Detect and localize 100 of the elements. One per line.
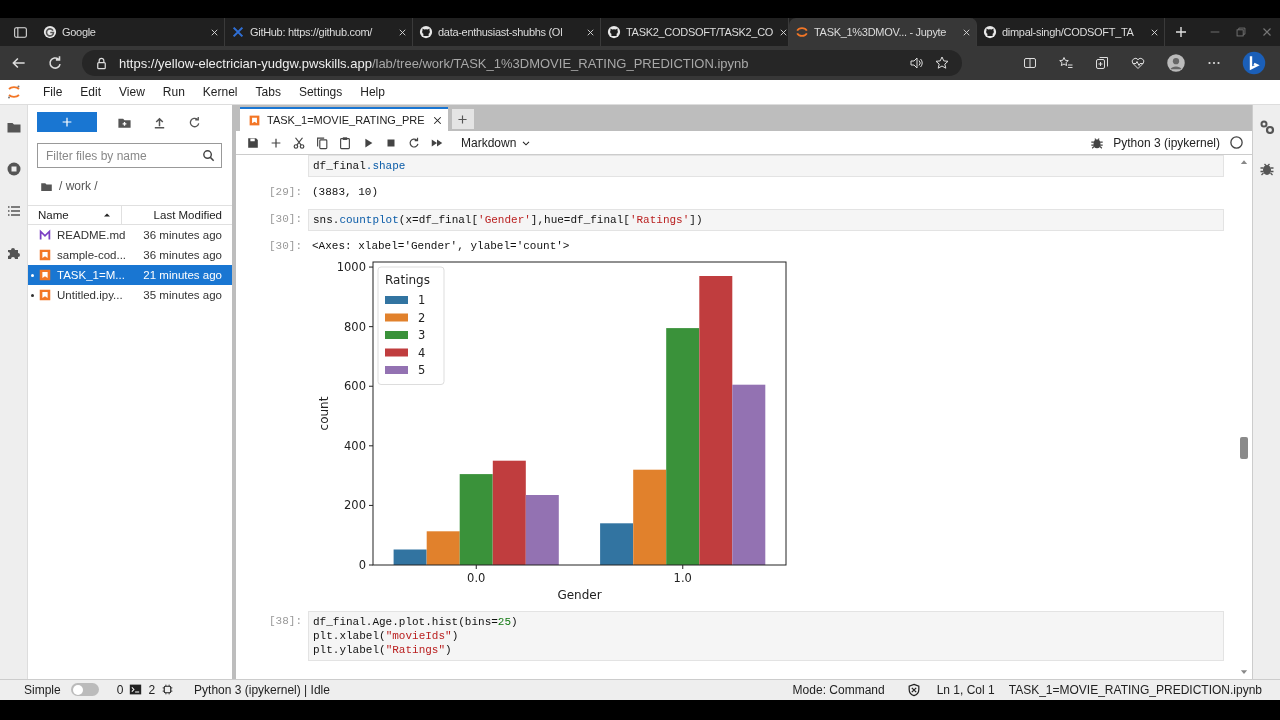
refresh-icon[interactable]	[187, 114, 202, 130]
restart-icon[interactable]	[407, 135, 421, 150]
bug-icon[interactable]	[1258, 161, 1275, 177]
kernel-status-icon	[1229, 135, 1244, 150]
simple-mode-toggle[interactable]	[70, 683, 99, 697]
file-name: TASK_1=MOVIE_RATING_PREDICTION.ipynb	[1008, 682, 1262, 697]
app-logo-icon	[6, 84, 22, 100]
chat-icon[interactable]	[1242, 51, 1266, 75]
cut-icon[interactable]	[292, 135, 306, 150]
plus-icon	[60, 115, 74, 129]
cell-type-dropdown[interactable]: Markdown	[461, 135, 533, 150]
read-aloud-icon[interactable]	[908, 55, 924, 71]
add-tab-button[interactable]	[451, 109, 474, 129]
star-icon[interactable]	[934, 55, 950, 71]
kernel-count[interactable]: 2	[148, 682, 156, 697]
tick-label: 1000	[336, 260, 366, 275]
tick-mark	[682, 564, 684, 570]
tick-mark	[368, 266, 374, 268]
tick-mark	[368, 326, 374, 328]
code-cell[interactable]: df_final.Age.plot.hist(bins=25) plt.xlabel("movieIds") plt.ylabel("Ratings")	[308, 611, 1224, 661]
save-icon[interactable]	[246, 135, 260, 150]
legend-label: 2	[418, 310, 426, 325]
avatar-icon[interactable]	[1166, 53, 1186, 73]
site-icon	[43, 25, 57, 39]
breadcrumb[interactable]: / work /	[59, 179, 98, 193]
file-row[interactable]: README.md 36 minutes ago	[28, 225, 232, 245]
menu-item[interactable]: Kernel	[193, 85, 247, 99]
kernel-name[interactable]: Python 3 (ipykernel)	[1113, 135, 1220, 150]
tick-mark	[368, 445, 374, 447]
site-icon	[419, 25, 433, 39]
puzzle-icon[interactable]	[5, 245, 22, 261]
paste-icon[interactable]	[338, 135, 352, 150]
file-row[interactable]: TASK_1=M... 21 minutes ago	[28, 265, 232, 285]
tick-label: 0	[358, 558, 366, 572]
tick-mark	[475, 564, 477, 570]
legend-label: 3	[418, 328, 426, 342]
axis-title: count	[317, 396, 331, 431]
new-tab-icon[interactable]	[1173, 24, 1189, 40]
heart-icon[interactable]	[1130, 55, 1146, 71]
shield-icon[interactable]	[906, 682, 921, 697]
collections-icon[interactable]	[1094, 55, 1110, 71]
terminal-count[interactable]: 0	[116, 682, 124, 697]
command-mode[interactable]: Mode: Command	[792, 682, 885, 697]
mode-label: Simple	[24, 682, 61, 697]
legend-label: 4	[418, 345, 426, 360]
kernel-icon	[161, 683, 175, 697]
tick-label: 200	[344, 498, 366, 513]
property-inspector-icon[interactable]	[1258, 119, 1275, 135]
search-icon	[201, 148, 216, 163]
cursor-position[interactable]: Ln 1, Col 1	[936, 682, 995, 697]
refresh-icon[interactable]	[46, 54, 64, 72]
running-dot	[31, 293, 34, 297]
bug-icon[interactable]	[1090, 135, 1105, 150]
menu-item[interactable]: Settings	[289, 85, 352, 99]
restore-icon[interactable]	[1234, 25, 1248, 39]
lock-icon	[94, 55, 109, 71]
stop-circle-icon[interactable]	[5, 161, 22, 177]
running-dot	[31, 273, 34, 277]
tick-label: 800	[344, 319, 366, 334]
address-bar[interactable]: https://yellow-electrician-yudgw.pwskills.app/lab/tree/work/TASK_1%3DMOVIE_RATING_PREDICTION.ipynb	[82, 50, 962, 76]
cell-output: (3883, 10)	[311, 185, 379, 200]
file-row[interactable]: Untitled.ipy... 35 minutes ago	[28, 285, 232, 305]
menu-item[interactable]: Help	[351, 85, 394, 99]
tick-label: 400	[344, 438, 366, 453]
legend-title: Ratings	[385, 273, 430, 287]
legend-label: 1	[418, 293, 426, 307]
scrollbar-thumb[interactable]	[1240, 437, 1248, 459]
plus-icon	[456, 112, 470, 126]
cell-prompt: [30]:	[269, 213, 302, 225]
file-row[interactable]: sample-cod... 36 minutes ago	[28, 245, 232, 265]
site-icon	[231, 25, 245, 39]
code-cell[interactable]: df_final.shape	[308, 155, 1224, 177]
tick-label: 600	[344, 379, 366, 394]
cell-prompt: [29]:	[269, 186, 302, 198]
menu-item[interactable]: Edit	[71, 85, 111, 99]
cell-prompt: [30]:	[269, 240, 302, 252]
copy-icon[interactable]	[315, 135, 329, 150]
site-icon	[983, 25, 997, 39]
notebook-tab[interactable]: TASK_1=MOVIE_RATING_PRE	[240, 107, 448, 131]
split-screen-icon[interactable]	[1022, 55, 1038, 71]
column-header[interactable]: Last Modified	[153, 209, 222, 221]
legend-label: 5	[418, 363, 426, 377]
filter-field[interactable]: Filter files by name	[37, 143, 222, 168]
browser-tab[interactable]: TASK_1%3DMOV... - Jupyte	[789, 18, 977, 46]
terminal-icon	[129, 683, 143, 697]
kernel-status[interactable]: Python 3 (ipykernel) | Idle	[194, 682, 330, 697]
list-icon[interactable]	[5, 203, 22, 219]
favorites-icon[interactable]	[1058, 55, 1074, 71]
cell-output: <Axes: xlabel='Gender', ylabel='count'>	[311, 239, 571, 254]
tick-mark	[368, 385, 374, 387]
column-header[interactable]: Name	[38, 209, 69, 221]
menu-item[interactable]: Tabs	[246, 85, 290, 99]
menu-item[interactable]: View	[110, 85, 154, 99]
notebook-file-icon	[38, 248, 52, 262]
code-cell[interactable]: sns.countplot(x=df_final['Gender'],hue=df_final['Ratings'])	[308, 209, 1224, 231]
menu-item[interactable]: File	[34, 85, 72, 99]
tick-label: 1.0	[673, 571, 692, 585]
menu-item[interactable]: Run	[153, 85, 194, 99]
notebook-file-icon	[248, 113, 261, 127]
cell-prompt: [38]:	[269, 615, 302, 627]
